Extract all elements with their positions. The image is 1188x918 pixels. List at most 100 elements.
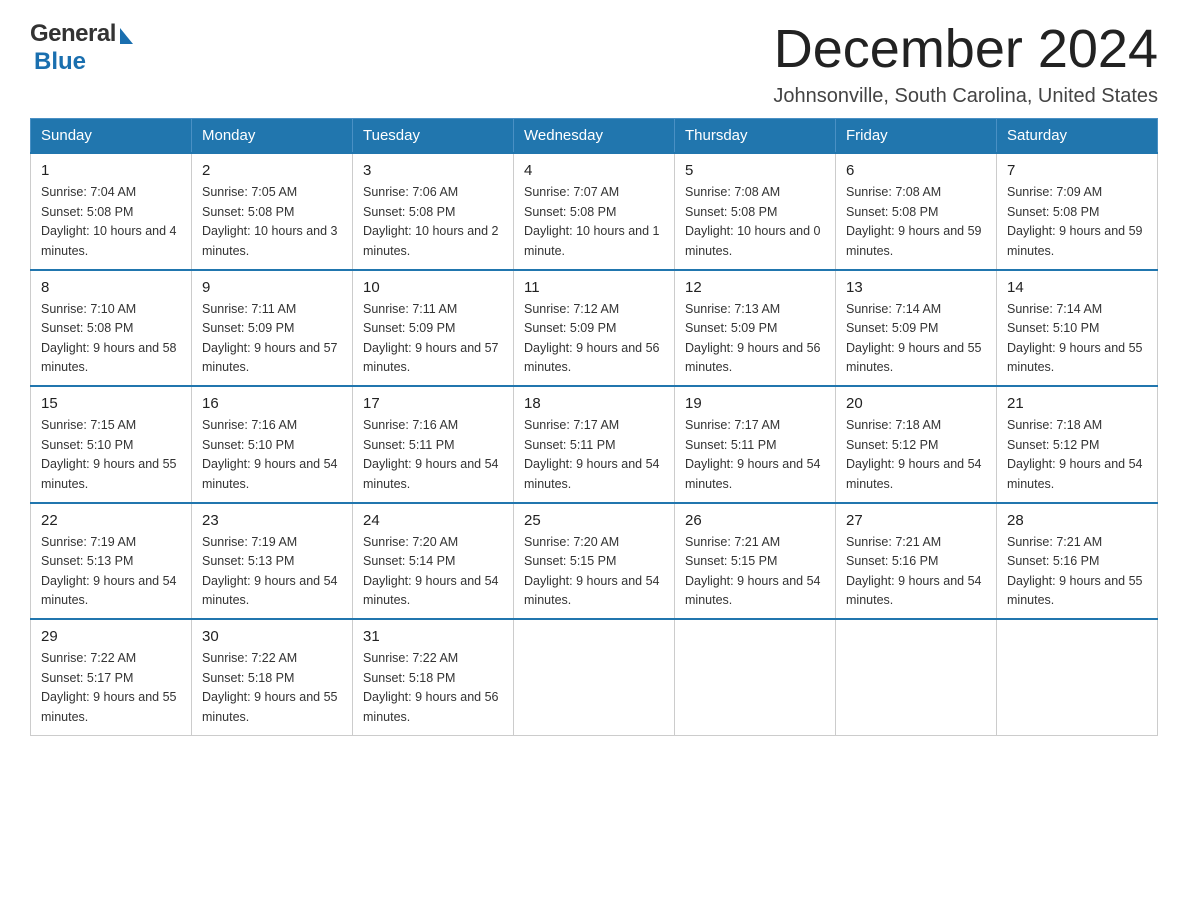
day-info: Sunrise: 7:22 AMSunset: 5:18 PMDaylight:… (363, 649, 503, 727)
day-number: 19 (685, 395, 825, 412)
weekday-header-saturday: Saturday (997, 119, 1158, 154)
calendar-cell: 12 Sunrise: 7:13 AMSunset: 5:09 PMDayligh… (675, 270, 836, 387)
calendar-cell: 29Sunrise: 7:22 AMSunset: 5:17 PMDayligh… (31, 619, 192, 735)
day-info: Sunrise: 7:18 AMSunset: 5:12 PMDaylight:… (846, 416, 986, 494)
calendar-cell: 5Sunrise: 7:08 AMSunset: 5:08 PMDaylight… (675, 153, 836, 270)
day-info: Sunrise: 7:17 AMSunset: 5:11 PMDaylight:… (685, 416, 825, 494)
calendar-cell: 17 Sunrise: 7:16 AMSunset: 5:11 PMDayligh… (353, 386, 514, 503)
day-info: Sunrise: 7:21 AMSunset: 5:15 PMDaylight:… (685, 533, 825, 611)
day-info: Sunrise: 7:18 AMSunset: 5:12 PMDaylight:… (1007, 416, 1147, 494)
calendar-cell: 1Sunrise: 7:04 AMSunset: 5:08 PMDaylight… (31, 153, 192, 270)
day-number: 6 (846, 162, 986, 179)
calendar-cell (836, 619, 997, 735)
calendar-cell: 14Sunrise: 7:14 AMSunset: 5:10 PMDayligh… (997, 270, 1158, 387)
day-number: 21 (1007, 395, 1147, 412)
calendar-cell: 15Sunrise: 7:15 AMSunset: 5:10 PMDayligh… (31, 386, 192, 503)
day-number: 10 (363, 279, 503, 296)
day-info: Sunrise: 7:20 AMSunset: 5:15 PMDaylight:… (524, 533, 664, 611)
day-number: 23 (202, 512, 342, 529)
day-info: Sunrise: 7:08 AMSunset: 5:08 PMDaylight:… (846, 183, 986, 261)
day-info: Sunrise: 7:12 AMSunset: 5:09 PMDaylight:… (524, 300, 664, 378)
day-info: Sunrise: 7:11 AMSunset: 5:09 PMDaylight:… (202, 300, 342, 378)
day-number: 9 (202, 279, 342, 296)
calendar-cell: 18 Sunrise: 7:17 AMSunset: 5:11 PMDayligh… (514, 386, 675, 503)
weekday-header-wednesday: Wednesday (514, 119, 675, 154)
calendar-week-row: 29Sunrise: 7:22 AMSunset: 5:17 PMDayligh… (31, 619, 1158, 735)
day-number: 26 (685, 512, 825, 529)
day-number: 17 (363, 395, 503, 412)
calendar-cell: 22 Sunrise: 7:19 AMSunset: 5:13 PMDayligh… (31, 503, 192, 620)
calendar-cell: 28 Sunrise: 7:21 AMSunset: 5:16 PMDayligh… (997, 503, 1158, 620)
day-info: Sunrise: 7:22 AMSunset: 5:18 PMDaylight:… (202, 649, 342, 727)
day-number: 30 (202, 628, 342, 645)
calendar-cell: 2 Sunrise: 7:05 AMSunset: 5:08 PMDaylight… (192, 153, 353, 270)
calendar-cell: 24 Sunrise: 7:20 AMSunset: 5:14 PMDayligh… (353, 503, 514, 620)
calendar-cell: 20 Sunrise: 7:18 AMSunset: 5:12 PMDayligh… (836, 386, 997, 503)
calendar-week-row: 15Sunrise: 7:15 AMSunset: 5:10 PMDayligh… (31, 386, 1158, 503)
calendar-cell: 19 Sunrise: 7:17 AMSunset: 5:11 PMDayligh… (675, 386, 836, 503)
day-number: 4 (524, 162, 664, 179)
weekday-header-sunday: Sunday (31, 119, 192, 154)
day-number: 8 (41, 279, 181, 296)
day-number: 27 (846, 512, 986, 529)
day-info: Sunrise: 7:14 AMSunset: 5:09 PMDaylight:… (846, 300, 986, 378)
weekday-header-thursday: Thursday (675, 119, 836, 154)
day-info: Sunrise: 7:05 AMSunset: 5:08 PMDaylight:… (202, 183, 342, 261)
calendar-cell: 11 Sunrise: 7:12 AMSunset: 5:09 PMDayligh… (514, 270, 675, 387)
calendar-cell: 6 Sunrise: 7:08 AMSunset: 5:08 PMDaylight… (836, 153, 997, 270)
day-number: 5 (685, 162, 825, 179)
day-number: 12 (685, 279, 825, 296)
logo: General Blue (30, 20, 133, 76)
day-info: Sunrise: 7:21 AMSunset: 5:16 PMDaylight:… (1007, 533, 1147, 611)
calendar-cell: 31Sunrise: 7:22 AMSunset: 5:18 PMDayligh… (353, 619, 514, 735)
day-number: 25 (524, 512, 664, 529)
day-number: 28 (1007, 512, 1147, 529)
day-info: Sunrise: 7:04 AMSunset: 5:08 PMDaylight:… (41, 183, 181, 261)
day-info: Sunrise: 7:17 AMSunset: 5:11 PMDaylight:… (524, 416, 664, 494)
calendar-table: SundayMondayTuesdayWednesdayThursdayFrid… (30, 118, 1158, 736)
page-header: General Blue December 2024 Johnsonville,… (30, 20, 1158, 108)
logo-blue-text: Blue (34, 48, 86, 76)
day-number: 18 (524, 395, 664, 412)
calendar-cell: 3Sunrise: 7:06 AMSunset: 5:08 PMDaylight… (353, 153, 514, 270)
day-info: Sunrise: 7:19 AMSunset: 5:13 PMDaylight:… (41, 533, 181, 611)
calendar-cell: 21 Sunrise: 7:18 AMSunset: 5:12 PMDayligh… (997, 386, 1158, 503)
weekday-header-friday: Friday (836, 119, 997, 154)
day-number: 22 (41, 512, 181, 529)
day-info: Sunrise: 7:14 AMSunset: 5:10 PMDaylight:… (1007, 300, 1147, 378)
calendar-cell: 16Sunrise: 7:16 AMSunset: 5:10 PMDayligh… (192, 386, 353, 503)
day-info: Sunrise: 7:13 AMSunset: 5:09 PMDaylight:… (685, 300, 825, 378)
calendar-cell: 9 Sunrise: 7:11 AMSunset: 5:09 PMDaylight… (192, 270, 353, 387)
calendar-week-row: 1Sunrise: 7:04 AMSunset: 5:08 PMDaylight… (31, 153, 1158, 270)
day-number: 13 (846, 279, 986, 296)
day-info: Sunrise: 7:15 AMSunset: 5:10 PMDaylight:… (41, 416, 181, 494)
calendar-cell: 25 Sunrise: 7:20 AMSunset: 5:15 PMDayligh… (514, 503, 675, 620)
day-info: Sunrise: 7:06 AMSunset: 5:08 PMDaylight:… (363, 183, 503, 261)
day-number: 7 (1007, 162, 1147, 179)
day-info: Sunrise: 7:11 AMSunset: 5:09 PMDaylight:… (363, 300, 503, 378)
calendar-cell (675, 619, 836, 735)
day-number: 16 (202, 395, 342, 412)
logo-arrow-icon (120, 28, 133, 44)
day-number: 24 (363, 512, 503, 529)
calendar-cell: 26 Sunrise: 7:21 AMSunset: 5:15 PMDayligh… (675, 503, 836, 620)
calendar-cell: 27 Sunrise: 7:21 AMSunset: 5:16 PMDayligh… (836, 503, 997, 620)
logo-general-text: General (30, 20, 116, 48)
calendar-week-row: 22 Sunrise: 7:19 AMSunset: 5:13 PMDayligh… (31, 503, 1158, 620)
title-block: December 2024 Johnsonville, South Caroli… (773, 20, 1158, 108)
calendar-cell: 8Sunrise: 7:10 AMSunset: 5:08 PMDaylight… (31, 270, 192, 387)
calendar-cell: 23Sunrise: 7:19 AMSunset: 5:13 PMDayligh… (192, 503, 353, 620)
calendar-week-row: 8Sunrise: 7:10 AMSunset: 5:08 PMDaylight… (31, 270, 1158, 387)
location-subtitle: Johnsonville, South Carolina, United Sta… (773, 85, 1158, 108)
day-number: 2 (202, 162, 342, 179)
day-number: 29 (41, 628, 181, 645)
weekday-header-row: SundayMondayTuesdayWednesdayThursdayFrid… (31, 119, 1158, 154)
day-info: Sunrise: 7:20 AMSunset: 5:14 PMDaylight:… (363, 533, 503, 611)
day-number: 11 (524, 279, 664, 296)
day-number: 20 (846, 395, 986, 412)
day-info: Sunrise: 7:16 AMSunset: 5:11 PMDaylight:… (363, 416, 503, 494)
day-info: Sunrise: 7:09 AMSunset: 5:08 PMDaylight:… (1007, 183, 1147, 261)
weekday-header-monday: Monday (192, 119, 353, 154)
day-info: Sunrise: 7:07 AMSunset: 5:08 PMDaylight:… (524, 183, 664, 261)
day-info: Sunrise: 7:21 AMSunset: 5:16 PMDaylight:… (846, 533, 986, 611)
